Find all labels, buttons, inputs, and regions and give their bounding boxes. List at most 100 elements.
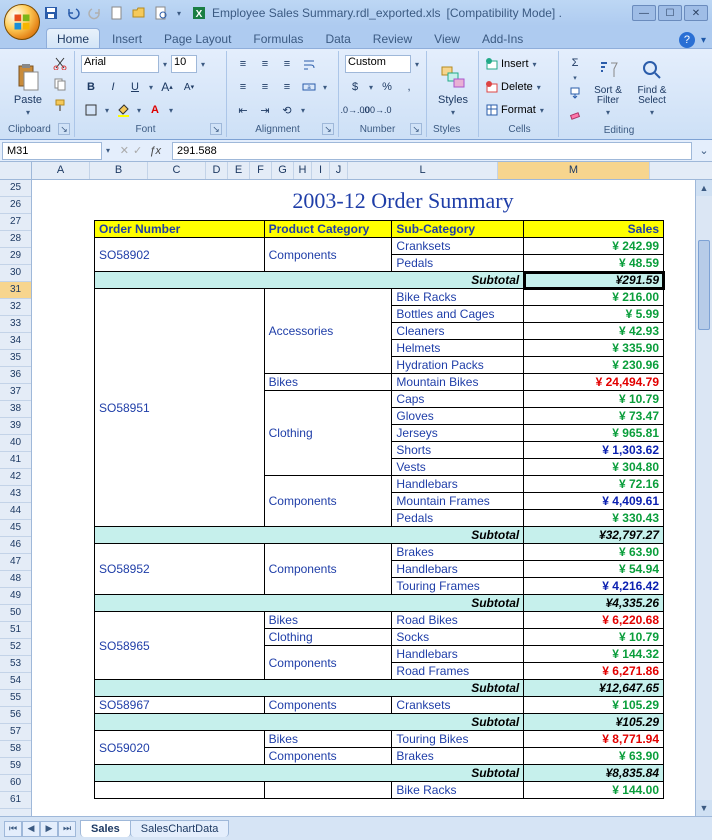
row-header-36[interactable]: 36 (0, 367, 31, 384)
close-button[interactable]: ✕ (684, 5, 708, 21)
row-header-34[interactable]: 34 (0, 333, 31, 350)
tab-addins[interactable]: Add-Ins (472, 29, 533, 48)
align-middle-button[interactable]: ≡ (255, 54, 275, 74)
first-sheet-button[interactable]: ⏮ (4, 821, 22, 837)
column-header-I[interactable]: I (312, 162, 330, 179)
clipboard-launcher[interactable]: ↘ (58, 123, 70, 135)
row-header-29[interactable]: 29 (0, 248, 31, 265)
column-header-A[interactable]: A (32, 162, 90, 179)
row-header-47[interactable]: 47 (0, 554, 31, 571)
align-bottom-button[interactable]: ≡ (277, 54, 297, 74)
row-header-55[interactable]: 55 (0, 690, 31, 707)
wrap-text-button[interactable] (299, 54, 319, 74)
fill-button[interactable] (565, 83, 585, 103)
cells-viewport[interactable]: 2003-12 Order Summary Order NumberProduc… (32, 180, 712, 816)
sheet-tab-saleschartdata[interactable]: SalesChartData (130, 820, 230, 837)
clear-button[interactable] (565, 104, 585, 124)
enter-formula-button[interactable]: ✓ (133, 144, 142, 157)
comma-format-button[interactable]: , (399, 77, 419, 97)
row-header-48[interactable]: 48 (0, 571, 31, 588)
column-header-C[interactable]: C (148, 162, 206, 179)
row-header-25[interactable]: 25 (0, 180, 31, 197)
font-name-combo[interactable]: Arial (81, 55, 159, 73)
fill-color-button[interactable] (113, 100, 133, 120)
qat-customize-button[interactable]: ▾ (174, 4, 184, 22)
column-header-G[interactable]: G (272, 162, 294, 179)
column-header-E[interactable]: E (228, 162, 250, 179)
column-header-M[interactable]: M (498, 162, 650, 179)
font-color-button[interactable]: A (145, 100, 165, 120)
minimize-ribbon-button[interactable]: ▾ (701, 35, 706, 46)
row-header-37[interactable]: 37 (0, 384, 31, 401)
align-center-button[interactable]: ≡ (255, 77, 275, 97)
percent-format-button[interactable]: % (377, 77, 397, 97)
row-header-49[interactable]: 49 (0, 588, 31, 605)
row-header-38[interactable]: 38 (0, 401, 31, 418)
insert-function-button[interactable]: ƒx (146, 142, 164, 160)
format-cells-button[interactable]: Format▾ (485, 99, 546, 121)
qat-save-button[interactable] (42, 4, 60, 22)
vertical-scrollbar[interactable]: ▲ ▼ (695, 180, 712, 816)
tab-review[interactable]: Review (363, 29, 422, 48)
row-header-35[interactable]: 35 (0, 350, 31, 367)
row-header-33[interactable]: 33 (0, 316, 31, 333)
merge-center-button[interactable]: a (299, 77, 319, 97)
bold-button[interactable]: B (81, 77, 101, 97)
row-header-42[interactable]: 42 (0, 469, 31, 486)
row-header-30[interactable]: 30 (0, 265, 31, 282)
row-header-54[interactable]: 54 (0, 673, 31, 690)
increase-indent-button[interactable]: ⇥ (255, 100, 275, 120)
row-header-59[interactable]: 59 (0, 758, 31, 775)
align-right-button[interactable]: ≡ (277, 77, 297, 97)
tab-view[interactable]: View (424, 29, 470, 48)
decrease-indent-button[interactable]: ⇤ (233, 100, 253, 120)
maximize-button[interactable]: ☐ (658, 5, 682, 21)
cut-button[interactable] (50, 53, 70, 73)
column-header-L[interactable]: L (348, 162, 498, 179)
qat-redo-button[interactable] (86, 4, 104, 22)
name-box[interactable]: M31 (2, 142, 102, 160)
row-header-45[interactable]: 45 (0, 520, 31, 537)
expand-formula-bar-button[interactable]: ⌄ (696, 144, 712, 157)
row-header-28[interactable]: 28 (0, 231, 31, 248)
align-top-button[interactable]: ≡ (233, 54, 253, 74)
qat-open-button[interactable] (130, 4, 148, 22)
formula-bar[interactable]: 291.588 (172, 142, 692, 160)
row-header-43[interactable]: 43 (0, 486, 31, 503)
column-header-D[interactable]: D (206, 162, 228, 179)
tab-data[interactable]: Data (315, 29, 360, 48)
qat-undo-button[interactable] (64, 4, 82, 22)
row-header-61[interactable]: 61 (0, 792, 31, 809)
help-button[interactable]: ? (679, 32, 695, 48)
decrease-font-button[interactable]: A▾ (179, 77, 199, 97)
sheet-tab-sales[interactable]: Sales (80, 820, 131, 837)
next-sheet-button[interactable]: ▶ (40, 821, 58, 837)
border-button[interactable] (81, 100, 101, 120)
scroll-up-button[interactable]: ▲ (696, 180, 712, 196)
row-header-46[interactable]: 46 (0, 537, 31, 554)
qat-new-button[interactable] (108, 4, 126, 22)
font-launcher[interactable]: ↘ (210, 123, 222, 135)
row-header-51[interactable]: 51 (0, 622, 31, 639)
tab-page-layout[interactable]: Page Layout (154, 29, 241, 48)
column-header-J[interactable]: J (330, 162, 348, 179)
name-box-dropdown[interactable]: ▾ (104, 146, 112, 155)
row-header-39[interactable]: 39 (0, 418, 31, 435)
tab-home[interactable]: Home (46, 28, 100, 48)
orientation-button[interactable]: ⟲ (277, 100, 297, 120)
scroll-thumb[interactable] (698, 240, 710, 330)
column-header-B[interactable]: B (90, 162, 148, 179)
select-all-box[interactable] (0, 162, 32, 179)
prev-sheet-button[interactable]: ◀ (22, 821, 40, 837)
last-sheet-button[interactable]: ⏭ (58, 821, 76, 837)
align-left-button[interactable]: ≡ (233, 77, 253, 97)
office-button[interactable] (4, 4, 40, 40)
scroll-down-button[interactable]: ▼ (696, 800, 712, 816)
row-header-58[interactable]: 58 (0, 741, 31, 758)
column-header-H[interactable]: H (294, 162, 312, 179)
styles-button[interactable]: Styles▾ (433, 53, 473, 117)
format-painter-button[interactable] (50, 95, 70, 115)
cancel-formula-button[interactable]: ✕ (120, 144, 129, 157)
minimize-button[interactable]: — (632, 5, 656, 21)
tab-formulas[interactable]: Formulas (243, 29, 313, 48)
